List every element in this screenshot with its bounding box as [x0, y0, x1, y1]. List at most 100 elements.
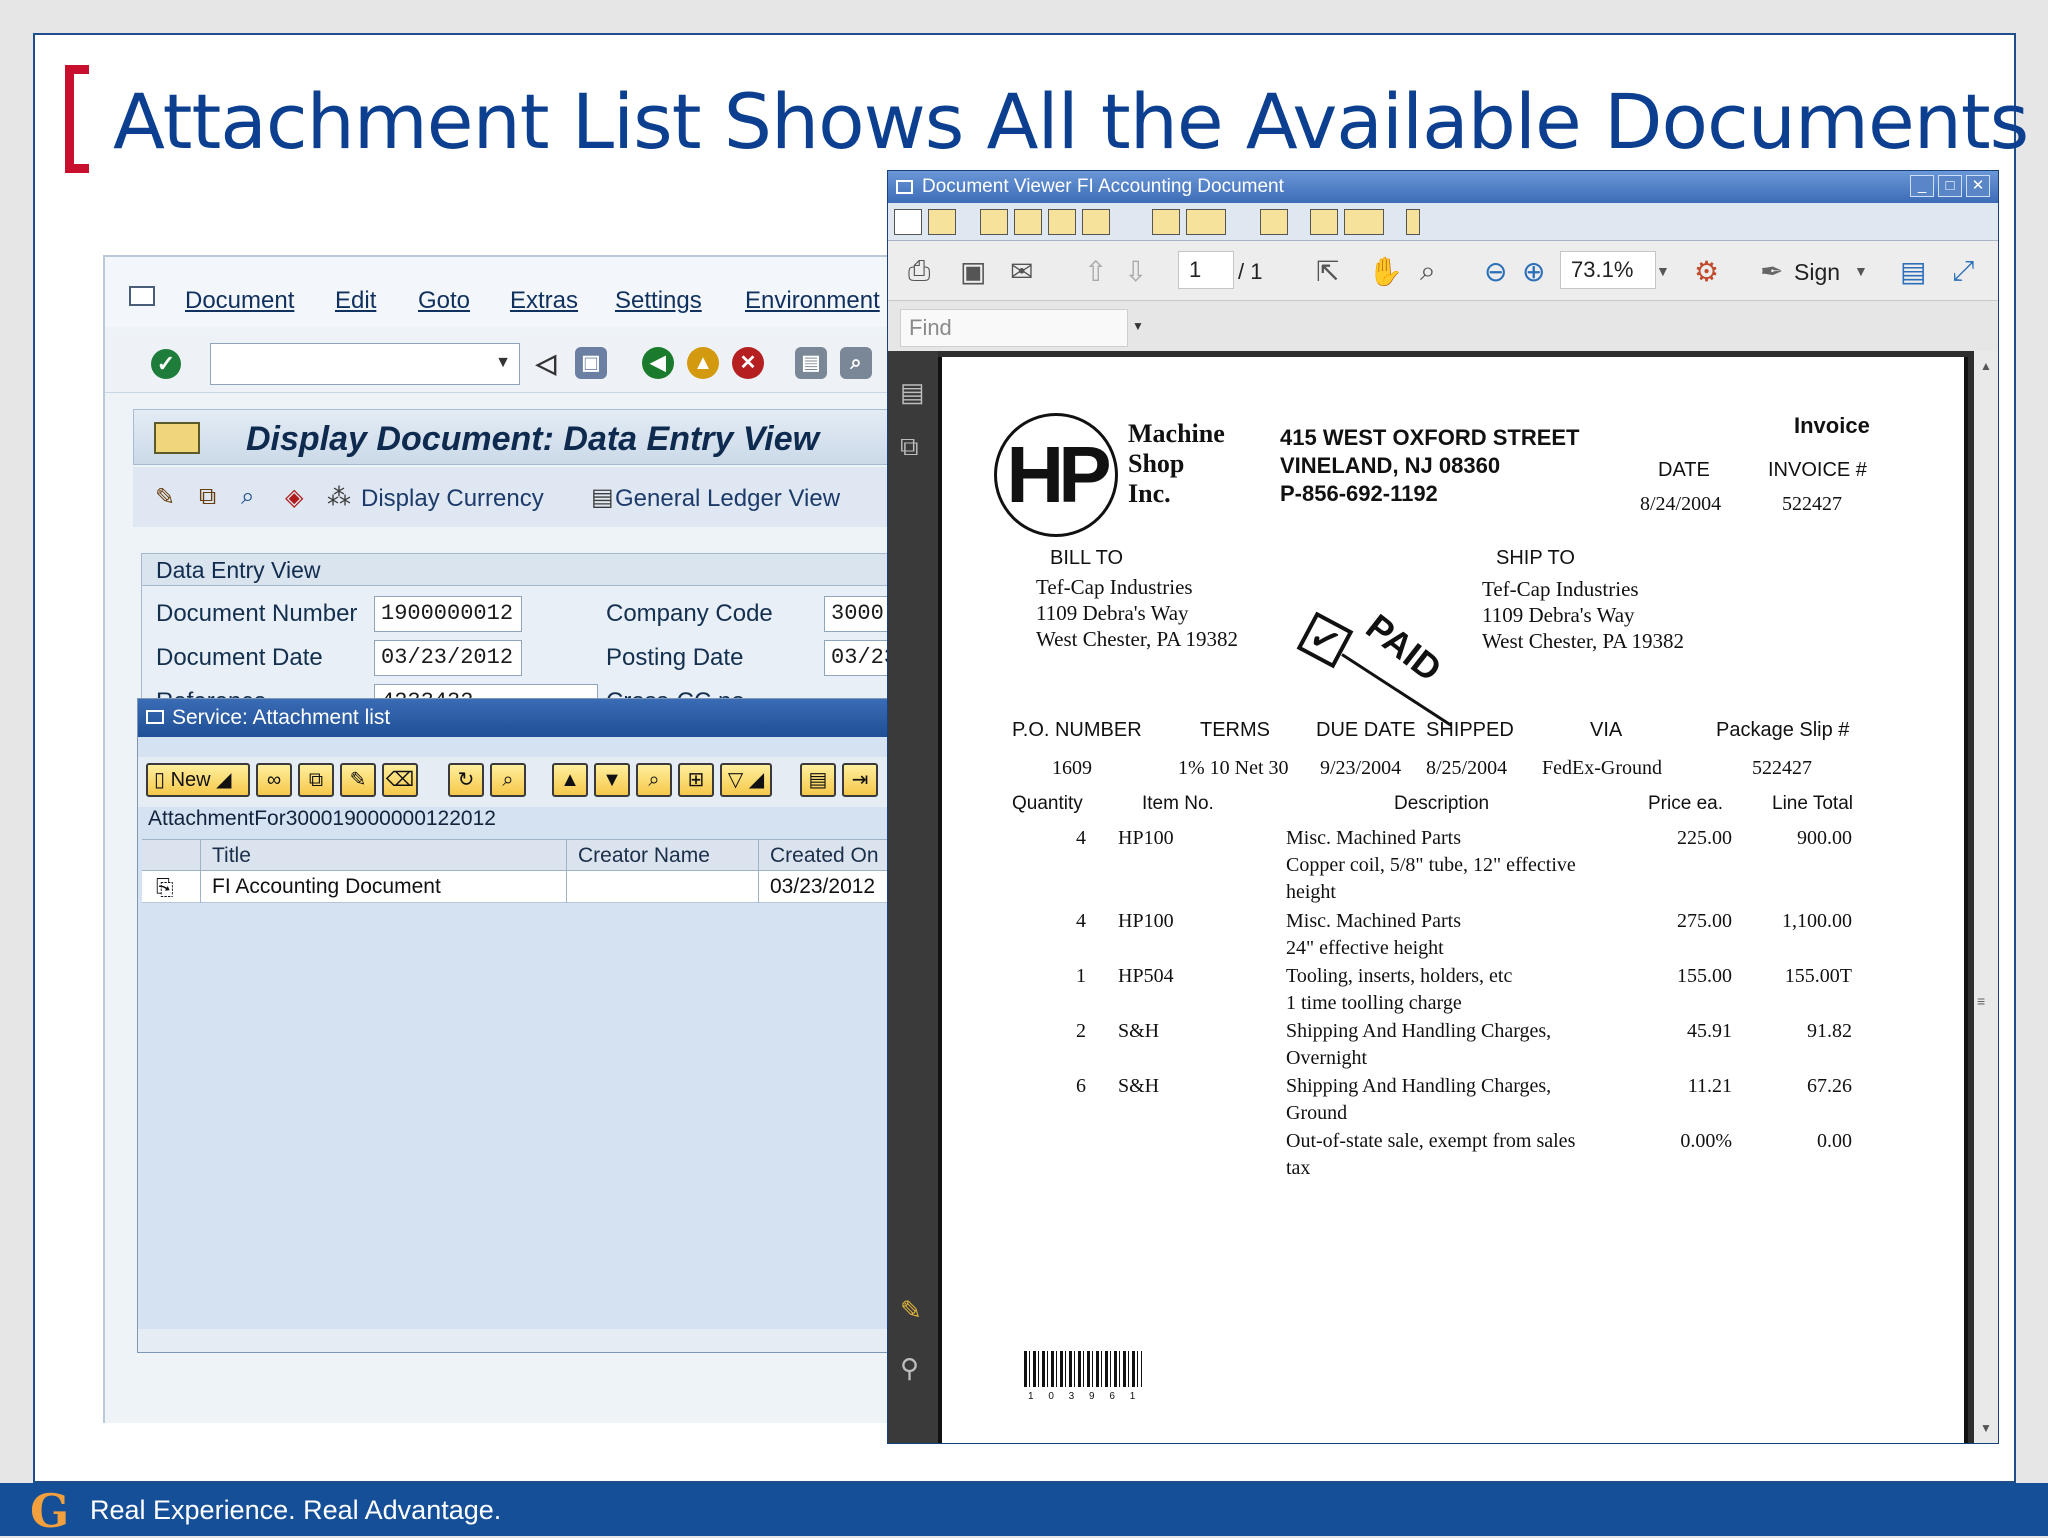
display-currency-button[interactable]: Display Currency: [361, 485, 544, 513]
pages-icon[interactable]: ▤: [900, 377, 925, 408]
copy-icon[interactable]: [1152, 209, 1180, 235]
edit-icon[interactable]: ✎: [340, 763, 376, 797]
new-button[interactable]: ▯ New ◢: [146, 763, 250, 797]
ship-to-line: Tef-Cap Industries: [1482, 577, 1639, 601]
find-next-icon[interactable]: ⊞: [678, 763, 714, 797]
link-icon[interactable]: ∞: [256, 763, 292, 797]
enter-icon[interactable]: ✓: [151, 349, 181, 379]
zoom-in-icon[interactable]: ⊕: [1522, 255, 1545, 288]
cancel-icon[interactable]: ✕: [732, 347, 764, 379]
company-logo: G: [30, 1484, 70, 1538]
scroll-grip-icon[interactable]: ≡: [1977, 993, 1995, 1011]
find-dropdown-icon[interactable]: ▼: [1132, 319, 1144, 333]
more-icon[interactable]: [1406, 209, 1420, 235]
zoom-marquee-icon[interactable]: ⌕: [1420, 255, 1436, 288]
details-icon[interactable]: ⌕: [490, 763, 526, 797]
new-icon[interactable]: [894, 209, 922, 235]
posting-date-field[interactable]: 03/23: [824, 640, 893, 676]
sort-descending-icon[interactable]: ▼: [594, 763, 630, 797]
taxes-icon[interactable]: ◈: [285, 483, 303, 512]
window-menu-icon[interactable]: [129, 286, 155, 306]
next-page-icon[interactable]: ⇩: [1124, 255, 1147, 288]
column-created-on[interactable]: Created On: [770, 844, 879, 868]
select-tool-icon[interactable]: ⇱: [1316, 255, 1339, 288]
zoom-out-icon[interactable]: ⊖: [1484, 255, 1507, 288]
date-label: DATE: [1658, 459, 1710, 481]
refresh-icon[interactable]: ↻: [448, 763, 484, 797]
scroll-up-icon[interactable]: ▲: [1980, 359, 1992, 373]
save-icon[interactable]: ▣: [960, 255, 986, 288]
tools-icon[interactable]: ⚙: [1694, 255, 1719, 288]
chevron-down-icon[interactable]: ▼: [495, 354, 511, 372]
save-icon[interactable]: ▣: [575, 347, 607, 379]
print-icon[interactable]: ⎙: [908, 255, 930, 288]
table-row[interactable]: ⎘ FI Accounting Document 03/23/2012: [142, 871, 896, 903]
page-number-input[interactable]: 1: [1178, 251, 1234, 289]
sign-pen-icon[interactable]: ✒: [1760, 255, 1783, 288]
ledger-icon[interactable]: ▤: [591, 483, 614, 512]
print-icon[interactable]: [1186, 209, 1226, 235]
menu-settings[interactable]: Settings: [615, 287, 702, 315]
print-icon[interactable]: ▤: [800, 763, 836, 797]
hand-tool-icon[interactable]: ✋: [1368, 255, 1403, 288]
services-for-object-icon[interactable]: [154, 422, 200, 454]
save-icon[interactable]: [1014, 209, 1042, 235]
layout-icon[interactable]: [1344, 209, 1384, 235]
find-input[interactable]: Find: [900, 309, 1128, 347]
find-icon[interactable]: ⌕: [636, 763, 672, 797]
comments-icon[interactable]: ✎: [900, 1295, 922, 1326]
export-icon[interactable]: ⇥: [842, 763, 878, 797]
fit-page-icon[interactable]: ▤: [1900, 255, 1926, 288]
menu-extras[interactable]: Extras: [510, 287, 578, 315]
row-title[interactable]: FI Accounting Document: [212, 875, 441, 899]
copy-icon[interactable]: ⧉: [298, 763, 334, 797]
document-number-field[interactable]: 1900000012: [374, 596, 522, 632]
company-code-label: Company Code: [606, 600, 773, 627]
attachments-icon[interactable]: ⚲: [900, 1353, 919, 1384]
zoom-level-input[interactable]: 73.1%: [1560, 251, 1656, 289]
print-icon[interactable]: ▤: [795, 347, 827, 379]
menu-edit[interactable]: Edit: [335, 287, 376, 315]
document-overview-icon[interactable]: ⧉: [199, 483, 216, 511]
note-icon[interactable]: [1310, 209, 1338, 235]
edit-icon[interactable]: [1048, 209, 1076, 235]
vertical-scrollbar[interactable]: ▲ ≡ ▼: [1974, 351, 1998, 1443]
filter-icon[interactable]: ▽ ◢: [720, 763, 772, 797]
maximize-button[interactable]: □: [1938, 175, 1962, 197]
open-icon[interactable]: [928, 209, 956, 235]
po-number: 1609: [1052, 757, 1092, 779]
sign-dropdown-icon[interactable]: ▼: [1854, 263, 1868, 279]
back-icon[interactable]: ◀: [642, 347, 674, 379]
footer-tagline: Real Experience. Real Advantage.: [90, 1495, 502, 1525]
company-code-field[interactable]: 3000: [824, 596, 893, 632]
menu-document[interactable]: Document: [185, 287, 294, 315]
sign-button[interactable]: Sign: [1794, 259, 1840, 286]
find-icon[interactable]: [1082, 209, 1110, 235]
previous-page-icon[interactable]: ⇧: [1084, 255, 1107, 288]
display-icon[interactable]: ⌕: [241, 483, 254, 511]
find-icon[interactable]: ⌕: [840, 347, 872, 379]
close-button[interactable]: ✕: [1966, 175, 1990, 197]
bookmarks-icon[interactable]: ⧉: [900, 431, 919, 463]
zoom-dropdown-icon[interactable]: ▼: [1656, 263, 1670, 279]
delete-icon[interactable]: ⌫: [382, 763, 418, 797]
column-creator-name[interactable]: Creator Name: [578, 844, 710, 868]
currency-icon[interactable]: ⁂: [327, 483, 351, 512]
sort-ascending-icon[interactable]: ▲: [552, 763, 588, 797]
column-title[interactable]: Title: [212, 844, 251, 868]
scroll-down-icon[interactable]: ▼: [1980, 1421, 1992, 1435]
document-date-field[interactable]: 03/23/2012: [374, 640, 522, 676]
minimize-button[interactable]: _: [1910, 175, 1934, 197]
exit-icon[interactable]: ▲: [687, 347, 719, 379]
back-arrow-icon[interactable]: ◁: [530, 347, 562, 379]
paste-icon[interactable]: [1260, 209, 1288, 235]
mail-icon[interactable]: [980, 209, 1008, 235]
edit-icon[interactable]: ✎: [155, 483, 175, 512]
full-screen-icon[interactable]: ⤢: [1952, 255, 1974, 288]
email-icon[interactable]: ✉: [1010, 255, 1033, 288]
command-field[interactable]: ▼: [210, 343, 520, 385]
menu-environment[interactable]: Environment: [745, 287, 880, 315]
menu-goto[interactable]: Goto: [418, 287, 470, 315]
line-total-label: Line Total: [1772, 793, 1853, 814]
general-ledger-view-button[interactable]: General Ledger View: [615, 485, 840, 513]
